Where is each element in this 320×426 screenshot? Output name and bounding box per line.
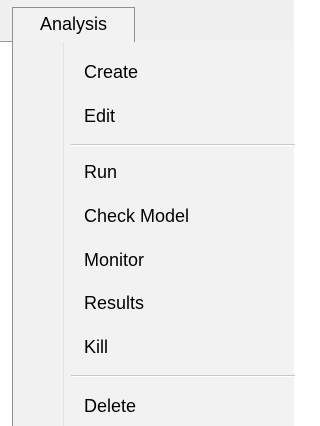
menu-item-monitor-label: Monitor (84, 250, 145, 270)
menu-item-create[interactable]: Create (13, 54, 295, 90)
menu-item-kill[interactable]: Kill (13, 329, 295, 365)
analysis-menu-screen: Analysis Create Edit Run Check Model Mon… (0, 0, 295, 426)
menu-item-edit[interactable]: Edit (13, 98, 295, 134)
menu-item-delete[interactable]: Delete (13, 388, 295, 424)
analysis-dropdown: Create Edit Run Check Model Monitor Resu… (12, 41, 295, 426)
menu-item-check-model[interactable]: Check Model (13, 198, 295, 234)
menu-item-run-label: Run (84, 162, 118, 182)
menu-item-results-label: Results (84, 293, 145, 313)
menu-item-edit-label: Edit (84, 106, 116, 126)
menu-item-kill-label: Kill (84, 337, 109, 357)
menu-separator-1 (71, 144, 295, 146)
menu-item-monitor[interactable]: Monitor (13, 242, 295, 278)
menu-item-create-label: Create (84, 62, 139, 82)
menu-item-delete-label: Delete (84, 396, 137, 416)
menu-item-run[interactable]: Run (13, 154, 295, 190)
menu-item-check-model-label: Check Model (84, 206, 190, 226)
menu-title-analysis[interactable]: Analysis (12, 7, 135, 42)
menu-item-results[interactable]: Results (13, 285, 295, 321)
menu-separator-2 (71, 375, 295, 377)
